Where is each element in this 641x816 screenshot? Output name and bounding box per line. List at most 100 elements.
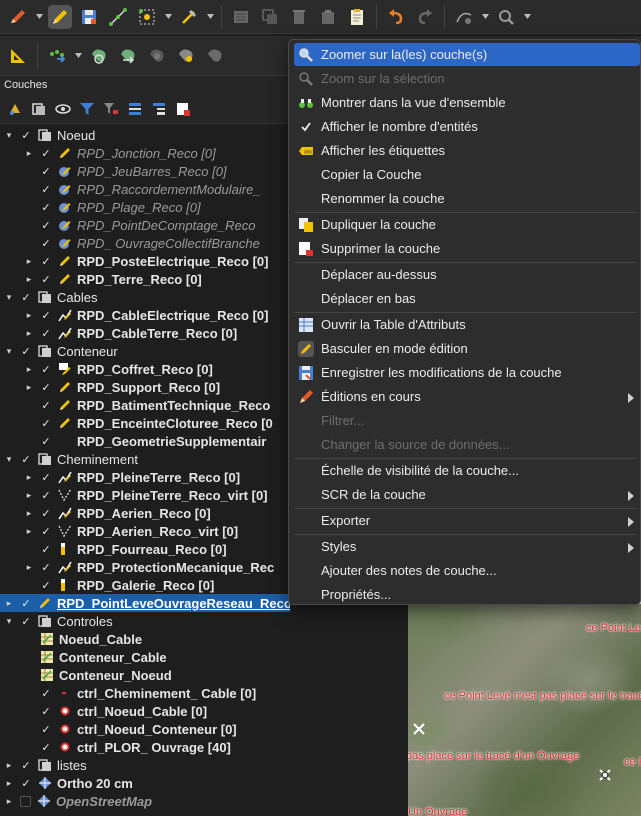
layer-visibility-checkbox[interactable]: ✓: [40, 237, 52, 250]
chevron-down-icon[interactable]: [523, 5, 531, 29]
layer-row[interactable]: ✓ RPD_RaccordementModulaire_: [0, 180, 290, 198]
layer-row[interactable]: ▸ ✓ RPD_Terre_Reco [0]: [0, 270, 290, 288]
copy-icon[interactable]: [258, 5, 282, 29]
tree-expander-icon[interactable]: ▸: [24, 490, 34, 500]
tree-expander-icon[interactable]: [24, 688, 34, 698]
undo-icon[interactable]: [384, 5, 408, 29]
chevron-down-icon[interactable]: [481, 5, 489, 29]
snapping-icon[interactable]: [6, 44, 30, 68]
layer-visibility-checkbox[interactable]: ✓: [40, 435, 52, 448]
menu-item-montrer-dans-la-vue-d-ensemble[interactable]: Montrer dans la vue d'ensemble: [294, 91, 640, 114]
reshape-icon[interactable]: [116, 44, 140, 68]
tree-expander-icon[interactable]: ▸: [4, 778, 14, 788]
point-marker-icon[interactable]: [412, 722, 426, 736]
layer-visibility-checkbox[interactable]: ✓: [40, 561, 52, 574]
tree-expander-icon[interactable]: ▸: [24, 382, 34, 392]
layer-visibility-checkbox[interactable]: ✓: [40, 723, 52, 736]
menu-item-editions-en-cours[interactable]: Éditions en cours: [294, 385, 640, 408]
layer-row[interactable]: ▸ ✓ RPD_ProtectionMecanique_Rec: [0, 558, 290, 576]
add-group-icon[interactable]: [30, 100, 48, 118]
layer-visibility-checkbox[interactable]: ✓: [20, 615, 32, 628]
menu-item-afficher-les-etiquettes[interactable]: abc Afficher les étiquettes: [294, 139, 640, 162]
menu-item-renommer-la-couche[interactable]: Renommer la couche: [294, 187, 640, 210]
filter-expression-icon[interactable]: [102, 100, 120, 118]
layer-row[interactable]: ▸ ✓ RPD_CableElectrique_Reco [0]: [0, 306, 290, 324]
menu-item-deplacer-au-dessus[interactable]: Déplacer au-dessus: [294, 263, 640, 286]
layer-visibility-checkbox[interactable]: ✓: [40, 363, 52, 376]
tree-expander-icon[interactable]: [24, 202, 34, 212]
tree-expander-icon[interactable]: ▾: [4, 616, 14, 626]
layer-row[interactable]: Conteneur_Noeud: [0, 666, 290, 684]
layer-row[interactable]: ✓ RPD_EnceinteCloturee_Reco [0: [0, 414, 290, 432]
layer-visibility-checkbox[interactable]: ✓: [20, 777, 32, 790]
layer-group-row[interactable]: ▾ ✓ Conteneur: [0, 342, 290, 360]
tree-expander-icon[interactable]: ▸: [4, 598, 14, 608]
tree-expander-icon[interactable]: [24, 400, 34, 410]
layer-row[interactable]: Conteneur_Cable: [0, 648, 290, 666]
tree-expander-icon[interactable]: ▸: [24, 526, 34, 536]
chevron-down-icon[interactable]: [206, 5, 214, 29]
tree-expander-icon[interactable]: [24, 436, 34, 446]
tree-expander-icon[interactable]: ▾: [4, 454, 14, 464]
tree-expander-icon[interactable]: ▸: [24, 364, 34, 374]
pencil-toggle-icon[interactable]: [48, 4, 72, 29]
menu-item-dupliquer-la-couche[interactable]: Dupliquer la couche: [294, 213, 640, 236]
layer-row[interactable]: ▸ ✓ RPD_PleineTerre_Reco [0]: [0, 468, 290, 486]
tree-expander-icon[interactable]: [24, 724, 34, 734]
menu-item-ouvrir-la-table-d-attributs[interactable]: Ouvrir la Table d'Attributs: [294, 313, 640, 336]
tree-expander-icon[interactable]: ▾: [4, 346, 14, 356]
layer-row[interactable]: ✓ RPD_ OuvrageCollectifBranche: [0, 234, 290, 252]
advanced-digitize-icon[interactable]: [452, 5, 476, 29]
menu-item-zoomer-sur-la-les-couche-s[interactable]: Zoomer sur la(les) couche(s): [294, 43, 640, 66]
menu-item-enregistrer-les-modifications-de-la-couche[interactable]: Enregistrer les modifications de la couc…: [294, 361, 640, 384]
menu-item-styles[interactable]: Styles: [294, 535, 640, 558]
tree-expander-icon[interactable]: [24, 184, 34, 194]
tree-expander-icon[interactable]: ▸: [24, 148, 34, 158]
point-marker-icon[interactable]: [598, 768, 612, 782]
tree-expander-icon[interactable]: ▸: [24, 328, 34, 338]
layer-visibility-checkbox[interactable]: ✓: [40, 741, 52, 754]
layer-group-row[interactable]: ▾ ✓ Noeud: [0, 126, 290, 144]
layer-visibility-checkbox[interactable]: ✓: [20, 291, 32, 304]
tree-expander-icon[interactable]: ▸: [24, 508, 34, 518]
layer-group-row[interactable]: ▾ ✓ Cheminement: [0, 450, 290, 468]
layer-row[interactable]: ▸ ✓ RPD_PosteElectrique_Reco [0]: [0, 252, 290, 270]
layer-row[interactable]: ✓ RPD_Fourreau_Reco [0]: [0, 540, 290, 558]
layer-visibility-checkbox[interactable]: ✓: [40, 183, 52, 196]
offset-icon[interactable]: [203, 44, 227, 68]
layer-group-row[interactable]: ▸ ✓ listes: [0, 756, 290, 774]
layer-visibility-checkbox[interactable]: ✓: [20, 759, 32, 772]
pencil-edit-icon[interactable]: [6, 5, 30, 29]
layer-row[interactable]: ✓ ctrl_Cheminement_ Cable [0]: [0, 684, 290, 702]
layer-visibility-checkbox[interactable]: ✓: [20, 345, 32, 358]
layer-visibility-checkbox[interactable]: ✓: [40, 165, 52, 178]
menu-item-afficher-le-nombre-d-entites[interactable]: Afficher le nombre d'entités: [294, 115, 640, 138]
cad-tools-icon[interactable]: [177, 5, 201, 29]
menu-item-echelle-de-visibilite-de-la-couche[interactable]: Échelle de visibilité de la couche...: [294, 459, 640, 482]
layer-visibility-checkbox[interactable]: ✓: [40, 255, 52, 268]
tree-expander-icon[interactable]: ▸: [4, 760, 14, 770]
chevron-down-icon[interactable]: [35, 5, 43, 29]
layer-visibility-checkbox[interactable]: ✓: [40, 489, 52, 502]
save-icon[interactable]: [77, 5, 101, 29]
tree-expander-icon[interactable]: ▸: [24, 256, 34, 266]
layer-row[interactable]: ▸ ✓ RPD_Aerien_Reco [0]: [0, 504, 290, 522]
layer-row[interactable]: ✓ ctrl_PLOR_ Ouvrage [40]: [0, 738, 290, 756]
layer-visibility-checkbox[interactable]: ✓: [40, 417, 52, 430]
tree-expander-icon[interactable]: ▸: [24, 562, 34, 572]
tree-expander-icon[interactable]: [24, 580, 34, 590]
layer-visibility-checkbox[interactable]: ✓: [20, 597, 32, 610]
layer-row[interactable]: Noeud_Cable: [0, 630, 290, 648]
layer-row[interactable]: ▸ OpenStreetMap: [0, 792, 290, 810]
tree-expander-icon[interactable]: ▾: [4, 292, 14, 302]
tree-expander-icon[interactable]: [24, 418, 34, 428]
layer-tree[interactable]: ▾ ✓ Noeud ▸ ✓ RPD_Jonction_Reco [0] ✓ RPD_JeuBa…: [0, 125, 290, 816]
layer-row[interactable]: ▸ ✓ RPD_Support_Reco [0]: [0, 378, 290, 396]
tree-expander-icon[interactable]: [24, 634, 34, 644]
menu-item-supprimer-la-couche[interactable]: Supprimer la couche: [294, 237, 640, 260]
split-icon[interactable]: [145, 44, 169, 68]
menu-item-basculer-en-mode-edition[interactable]: Basculer en mode édition: [294, 337, 640, 360]
layer-group-row[interactable]: ▾ ✓ Controles: [0, 612, 290, 630]
tree-expander-icon[interactable]: ▸: [24, 274, 34, 284]
menu-item-copier-la-couche[interactable]: Copier la Couche: [294, 163, 640, 186]
